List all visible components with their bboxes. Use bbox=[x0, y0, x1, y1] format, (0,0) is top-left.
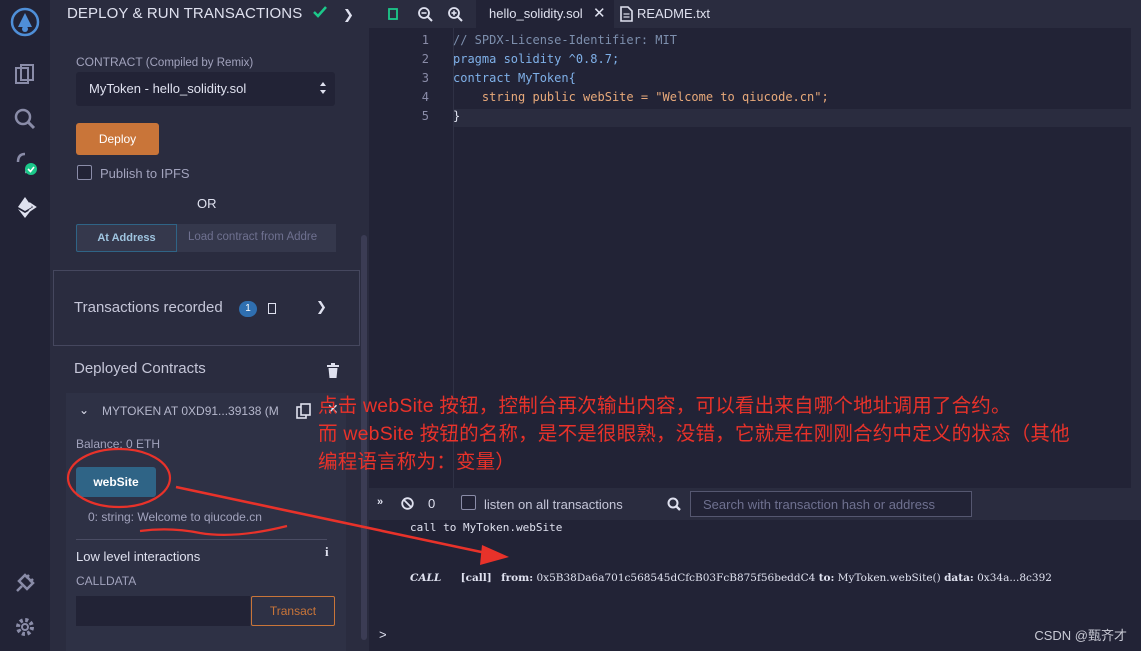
settings-gear-icon[interactable] bbox=[12, 614, 38, 640]
code-line: // SPDX-License-Identifier: MIT bbox=[453, 33, 677, 47]
chevron-right-icon[interactable]: ❯ bbox=[316, 299, 327, 315]
contract-select[interactable]: MyToken - hello_solidity.sol bbox=[76, 72, 335, 106]
file-icon bbox=[620, 6, 633, 22]
website-button[interactable]: webSite bbox=[76, 467, 156, 497]
line-number: 5 bbox=[421, 109, 429, 123]
annotation-line-1: 点击 webSite 按钮，控制台再次输出内容，可以看出来自哪个地址调用了合约。 bbox=[318, 395, 1011, 417]
log-to-label: to: bbox=[818, 572, 835, 584]
log-to: MyToken.webSite() bbox=[837, 572, 941, 584]
line-number: 2 bbox=[421, 52, 429, 66]
file-explorer-icon[interactable] bbox=[12, 62, 38, 88]
transactions-recorded-card[interactable]: Transactions recorded 1 ❯ bbox=[53, 270, 360, 346]
collapse-terminal-icon[interactable]: » bbox=[377, 496, 383, 508]
contract-instance: ⌄ MYTOKEN AT 0XD91...39138 (M ✕ Balance:… bbox=[66, 393, 346, 651]
play-icon[interactable] bbox=[385, 6, 401, 22]
chevron-down-icon[interactable]: ⌄ bbox=[79, 403, 89, 417]
terminal-toolbar: » 0 listen on all transactions Search wi… bbox=[369, 488, 1141, 520]
balance-text: Balance: 0 ETH bbox=[76, 437, 161, 451]
transact-button[interactable]: Transact bbox=[251, 596, 335, 626]
calldata-label: CALLDATA bbox=[76, 574, 137, 588]
log-from: 0x5B38Da6a701c568545dCfcB03FcB875f56bedd… bbox=[536, 572, 816, 584]
listen-checkbox[interactable] bbox=[461, 495, 476, 510]
editor-tab-bar: hello_solidity.sol ✕ README.txt bbox=[369, 0, 1141, 28]
contract-select-value: MyToken - hello_solidity.sol bbox=[89, 81, 247, 96]
annotation-line-3: 编程语言称为：变量） bbox=[318, 451, 516, 473]
current-line-highlight bbox=[453, 109, 1141, 127]
call-log-line: CALL [call] from: 0x5B38Da6a701c568545dC… bbox=[410, 572, 1052, 584]
divider bbox=[76, 539, 327, 540]
line-number: 1 bbox=[421, 33, 429, 47]
deploy-button[interactable]: Deploy bbox=[76, 123, 159, 155]
log-call: CALL bbox=[410, 572, 442, 584]
or-separator: OR bbox=[197, 196, 217, 211]
instance-title: MYTOKEN AT 0XD91...39138 (M bbox=[102, 404, 279, 418]
calldata-input[interactable] bbox=[76, 596, 250, 626]
log-data: 0x34a...8c392 bbox=[977, 572, 1052, 584]
select-arrows-icon bbox=[320, 82, 326, 94]
terminal-output: call to MyToken.webSite CALL [call] from… bbox=[369, 520, 1141, 651]
zoom-out-icon[interactable] bbox=[417, 6, 433, 22]
terminal-prompt[interactable]: > bbox=[379, 627, 387, 642]
log-tag: [call] bbox=[460, 572, 492, 584]
deployed-contracts-label: Deployed Contracts bbox=[74, 360, 206, 377]
transactions-recorded-label: Transactions recorded bbox=[74, 299, 223, 316]
close-tab-icon[interactable]: ✕ bbox=[593, 4, 606, 22]
copy-icon[interactable] bbox=[296, 403, 311, 419]
remix-logo-icon[interactable] bbox=[10, 7, 40, 37]
check-icon bbox=[313, 6, 327, 18]
tab-label: hello_solidity.sol bbox=[489, 6, 583, 21]
panel-title: DEPLOY & RUN TRANSACTIONS bbox=[67, 5, 303, 22]
watermark: CSDN @甄齐才 bbox=[1034, 628, 1127, 643]
transaction-search-input[interactable]: Search with transaction hash or address bbox=[690, 491, 972, 517]
log-data-label: data: bbox=[944, 572, 974, 584]
log-from-label: from: bbox=[501, 572, 534, 584]
chevron-right-icon[interactable]: ❯ bbox=[343, 7, 354, 23]
code-line: pragma solidity ^0.8.7; bbox=[453, 52, 620, 66]
deploy-run-panel: DEPLOY & RUN TRANSACTIONS ❯ CONTRACT (Co… bbox=[51, 0, 369, 651]
search-icon bbox=[667, 497, 681, 511]
zoom-in-icon[interactable] bbox=[447, 6, 463, 22]
trash-icon[interactable] bbox=[326, 363, 340, 378]
solidity-compiler-icon[interactable] bbox=[12, 150, 38, 176]
deploy-run-icon[interactable] bbox=[12, 194, 38, 220]
listen-label: listen on all transactions bbox=[484, 497, 623, 512]
publish-ipfs-checkbox[interactable] bbox=[77, 165, 92, 180]
tab-hello-solidity[interactable]: hello_solidity.sol ✕ bbox=[476, 0, 614, 28]
pending-count: 0 bbox=[428, 496, 436, 511]
contract-label: CONTRACT (Compiled by Remix) bbox=[76, 55, 253, 69]
at-address-button[interactable]: At Address bbox=[76, 224, 177, 252]
transactions-count-badge: 1 bbox=[239, 301, 257, 317]
tab-readme[interactable]: README.txt bbox=[637, 6, 710, 21]
publish-ipfs-label: Publish to IPFS bbox=[100, 166, 190, 181]
at-address-input[interactable]: Load contract from Addre bbox=[177, 224, 336, 252]
editor-scrollbar[interactable] bbox=[1131, 28, 1141, 488]
line-number: 4 bbox=[421, 90, 429, 104]
clear-console-icon[interactable] bbox=[401, 497, 414, 510]
annotation-line-2: 而 webSite 按钮的名称，是不是很眼熟，没错，它就是在刚刚合约中定义的状态… bbox=[318, 423, 1070, 445]
clipboard-icon[interactable] bbox=[268, 303, 276, 314]
search-icon[interactable] bbox=[12, 106, 38, 132]
website-result: 0: string: Welcome to qiucode.cn bbox=[88, 510, 262, 524]
contract-sub-label: (Compiled by Remix) bbox=[145, 57, 254, 69]
icon-rail bbox=[0, 0, 51, 651]
info-icon[interactable]: i bbox=[325, 544, 329, 560]
line-number: 3 bbox=[421, 71, 429, 85]
code-line: string public webSite = "Welcome to qiuc… bbox=[453, 90, 829, 104]
low-level-label: Low level interactions bbox=[76, 549, 201, 564]
call-line: call to MyToken.webSite bbox=[410, 521, 563, 534]
code-line: contract MyToken{ bbox=[453, 71, 576, 85]
plugin-manager-icon[interactable] bbox=[12, 570, 38, 596]
code-line: } bbox=[453, 109, 461, 123]
contract-label-text: CONTRACT bbox=[76, 55, 143, 69]
